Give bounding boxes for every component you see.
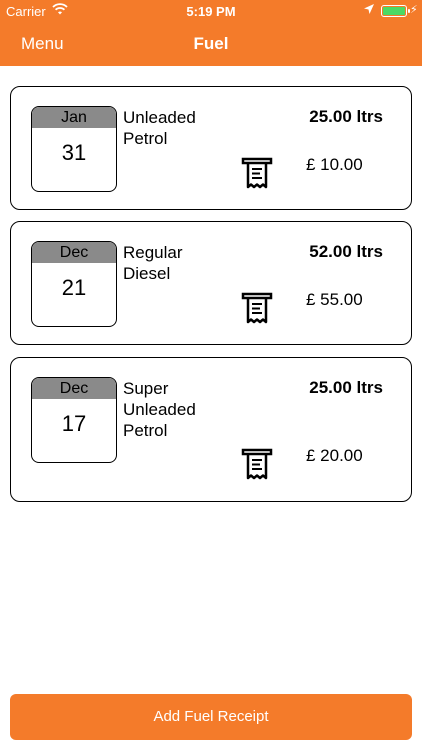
fuel-type: Super Unleaded Petrol [123, 379, 196, 440]
fuel-entry-card[interactable]: Dec 21 Regular Diesel 52.00 ltrs £ 55.00 [10, 221, 412, 345]
calendar-day: 31 [61, 140, 87, 165]
date-calendar: Dec 17 [31, 377, 117, 463]
clock: 5:19 PM [186, 4, 236, 19]
receipt-icon[interactable] [241, 157, 273, 189]
charging-icon: ⚡ [410, 4, 418, 16]
fuel-entry-card[interactable]: Jan 31 Unleaded Petrol 25.00 ltrs £ 10.0… [10, 86, 412, 210]
fuel-quantity: 52.00 ltrs [309, 242, 383, 261]
calendar-day: 21 [61, 275, 87, 300]
fuel-type: Unleaded Petrol [123, 108, 196, 148]
date-calendar: Dec 21 [31, 241, 117, 327]
fuel-price: £ 55.00 [306, 290, 363, 309]
fuel-price: £ 10.00 [306, 155, 363, 174]
date-calendar: Jan 31 [31, 106, 117, 192]
battery-icon [381, 5, 407, 17]
fuel-price: £ 20.00 [306, 446, 363, 465]
status-bar: Carrier 5:19 PM ⚡ [0, 0, 422, 22]
add-fuel-receipt-button[interactable]: Add Fuel Receipt [10, 694, 412, 740]
fuel-type: Regular Diesel [123, 243, 183, 283]
calendar-month: Jan [32, 107, 116, 128]
navigation-bar: Carrier 5:19 PM ⚡ Menu Fuel [0, 0, 422, 66]
calendar-month: Dec [32, 242, 116, 263]
calendar-month: Dec [32, 378, 116, 399]
location-icon [363, 3, 375, 18]
fuel-quantity: 25.00 ltrs [309, 107, 383, 126]
fuel-entry-card[interactable]: Dec 17 Super Unleaded Petrol 25.00 ltrs … [10, 357, 412, 502]
calendar-day: 17 [61, 411, 87, 436]
receipt-icon[interactable] [241, 448, 273, 480]
fuel-quantity: 25.00 ltrs [309, 378, 383, 397]
page-title: Fuel [193, 34, 229, 53]
receipt-icon[interactable] [241, 292, 273, 324]
